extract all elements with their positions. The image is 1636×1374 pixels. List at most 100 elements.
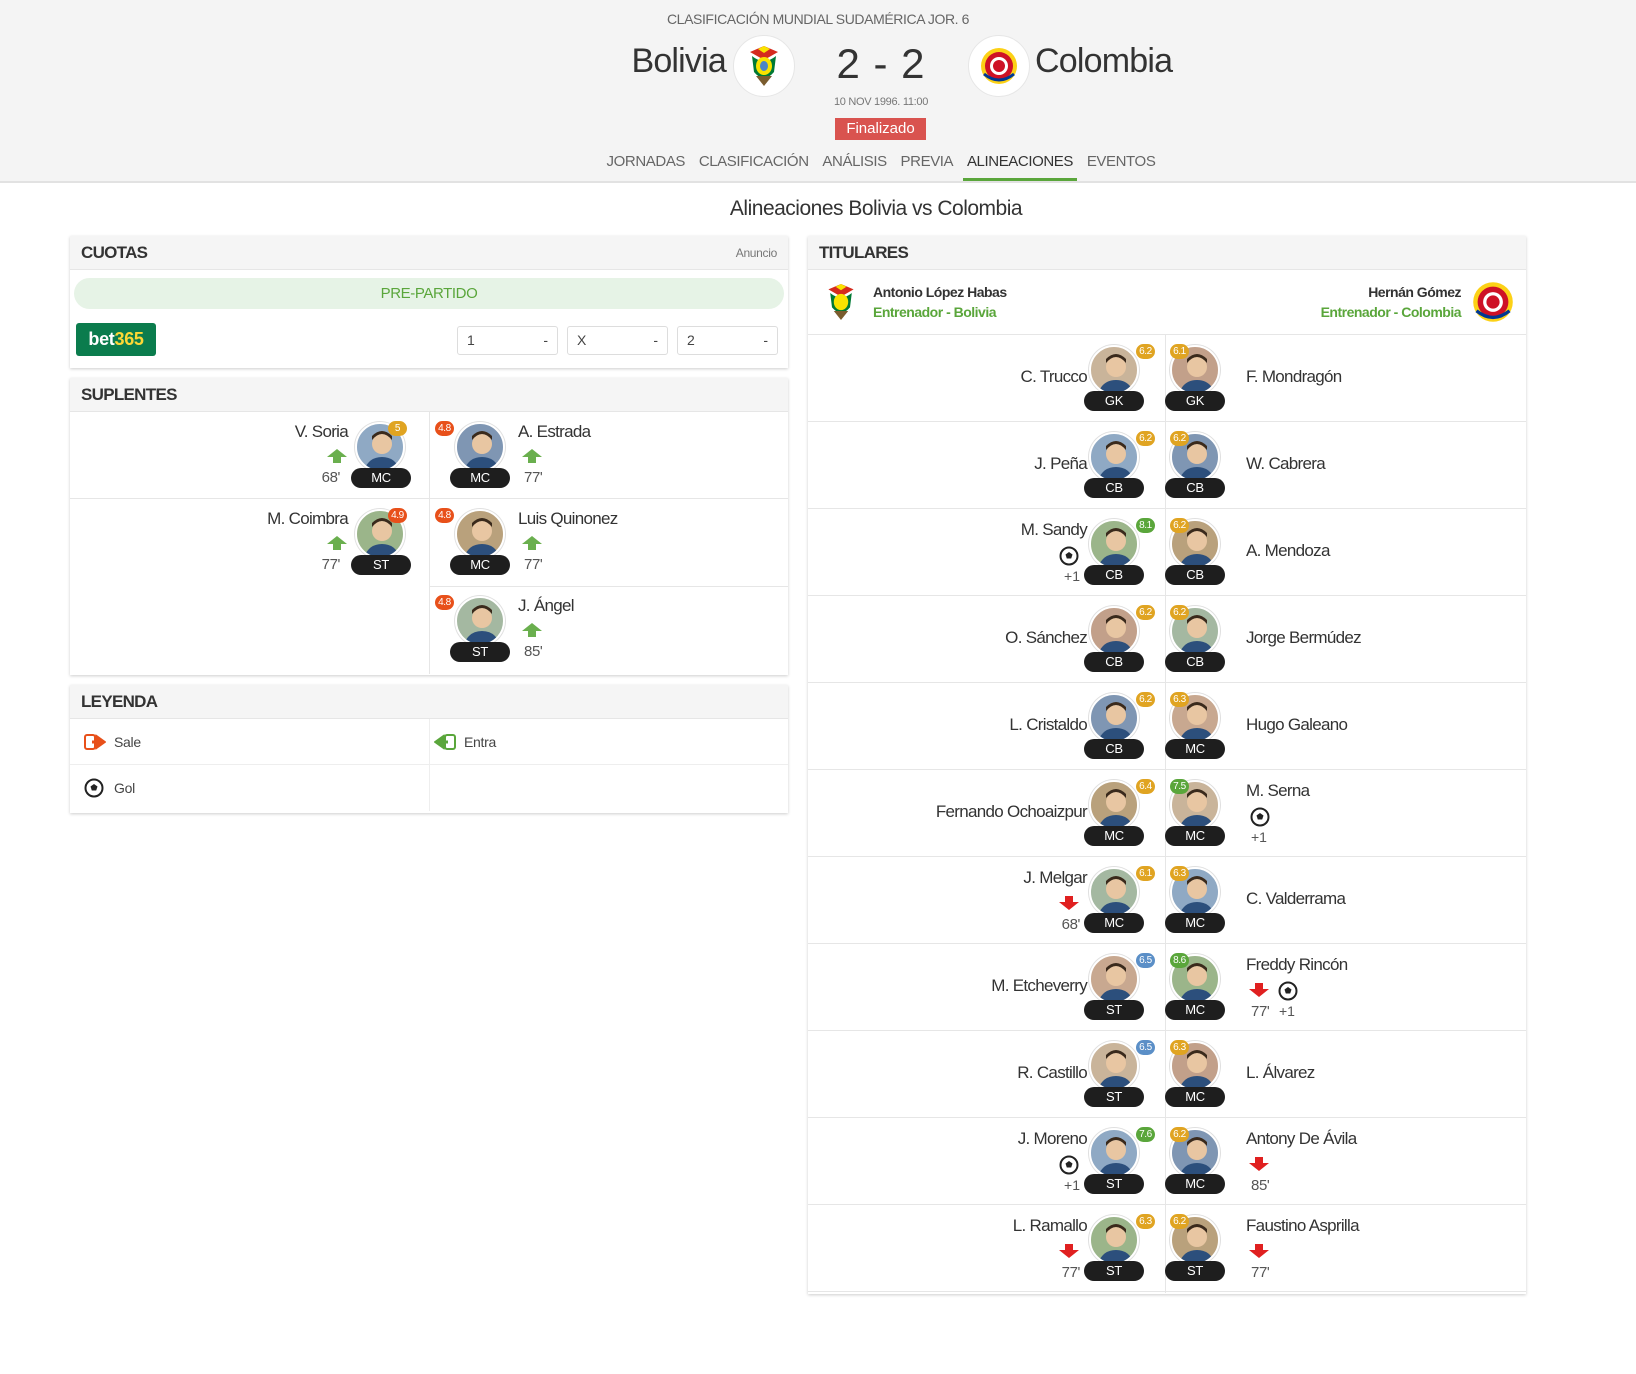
player-name[interactable]: A. Estrada (518, 422, 591, 442)
player-photo[interactable] (1089, 867, 1139, 917)
legend-goal: Gol (84, 765, 135, 811)
tab-analisis[interactable]: ANÁLISIS (818, 153, 890, 178)
tab-jornadas[interactable]: JORNADAS (603, 153, 689, 178)
position-badge: CB (1084, 739, 1144, 759)
sub-minute: 77' (1251, 1264, 1270, 1281)
player-name[interactable]: L. Cristaldo (1009, 715, 1087, 735)
rating-badge: 6.2 (1136, 344, 1155, 359)
sub-in-legend-icon (434, 734, 456, 750)
position-badge: MC (1084, 913, 1144, 933)
lineups-title: TITULARES (808, 236, 1526, 270)
player-name[interactable]: F. Mondragón (1246, 367, 1342, 387)
match-tabs: JORNADAS CLASIFICACIÓN ANÁLISIS PREVIA A… (0, 153, 1636, 181)
player-name[interactable]: M. Coimbra (267, 509, 349, 529)
player-photo[interactable] (1089, 780, 1139, 830)
player-photo[interactable] (1089, 954, 1139, 1004)
tab-clasificacion[interactable]: CLASIFICACIÓN (695, 153, 813, 178)
lineup-row: 6.3 ST L. Ramallo 77' 6.2 ST Faustino Asprilla… (808, 1205, 1526, 1292)
sub-minute: 68' (1061, 916, 1081, 933)
player-name[interactable]: R. Castillo (1017, 1063, 1087, 1083)
goal-count: +1 (1251, 829, 1267, 845)
away-team-name[interactable]: Colombia (1035, 42, 1173, 81)
tab-alineaciones[interactable]: ALINEACIONES (962, 153, 1078, 181)
player-name[interactable]: V. Soria (295, 422, 349, 442)
rating-badge: 6.2 (1170, 518, 1189, 533)
rating-badge: 6.2 (1170, 1127, 1189, 1142)
legend-out: Sale (84, 719, 141, 765)
substitutes-card: SUPLENTES V. Soria 68' 5 MC M. Coimbra 77' 4.9… (70, 378, 788, 675)
player-name[interactable]: L. Álvarez (1246, 1063, 1315, 1083)
lineup-row: 8.1 CB M. Sandy +1 6.2 CB A. Mendoza (808, 509, 1526, 596)
lineup-row: 6.2 CB O. Sánchez 6.2 CB Jorge Bermúdez (808, 596, 1526, 683)
rating-badge: 6.1 (1170, 344, 1189, 359)
rating-badge: 6.3 (1136, 1214, 1155, 1229)
away-coach-name[interactable]: Hernán Gómez (1368, 284, 1461, 300)
rating-badge: 7.6 (1136, 1127, 1155, 1142)
position-badge: CB (1084, 478, 1144, 498)
player-photo[interactable] (1089, 519, 1139, 569)
odd-draw-button[interactable]: X- (567, 326, 668, 355)
ball-legend-icon (84, 778, 104, 798)
match-header: CLASIFICACIÓN MUNDIAL SUDAMÉRICA JOR. 6 … (0, 0, 1636, 183)
player-photo[interactable] (1089, 1041, 1139, 1091)
sub-minute: 77' (1251, 1003, 1270, 1020)
player-name[interactable]: W. Cabrera (1246, 454, 1326, 474)
home-coach-name[interactable]: Antonio López Habas (873, 284, 1007, 300)
player-name[interactable]: Faustino Asprilla (1246, 1216, 1360, 1236)
player-name[interactable]: L. Ramallo (1013, 1216, 1088, 1236)
colombia-crest-icon[interactable] (968, 35, 1030, 97)
bet365-logo[interactable]: bet365 (76, 323, 156, 356)
player-photo[interactable] (455, 509, 505, 559)
rating-badge: 8.6 (1170, 953, 1189, 968)
player-name[interactable]: J. Melgar (1023, 868, 1087, 888)
player-name[interactable]: Jorge Bermúdez (1246, 628, 1362, 648)
player-name[interactable]: A. Mendoza (1246, 541, 1330, 561)
player-name[interactable]: M. Sandy (1021, 520, 1088, 540)
substitute-away: 4.8 MC A. Estrada 77' (429, 412, 788, 499)
lineup-row: 6.2 CB L. Cristaldo 6.3 MC Hugo Galeano (808, 683, 1526, 770)
player-photo[interactable] (1089, 1128, 1139, 1178)
odd-away-button[interactable]: 2- (677, 326, 778, 355)
player-name[interactable]: C. Valderrama (1246, 889, 1346, 909)
player-name[interactable]: Freddy Rincón (1246, 955, 1348, 975)
substitute-home: V. Soria 68' 5 MC (70, 412, 429, 499)
rating-badge: 4.8 (435, 508, 454, 523)
player-name[interactable]: J. Moreno (1018, 1129, 1088, 1149)
tab-previa[interactable]: PREVIA (897, 153, 958, 178)
lineup-row: 6.5 ST R. Castillo 6.3 MC L. Álvarez (808, 1031, 1526, 1118)
player-photo[interactable] (1089, 606, 1139, 656)
goal-ball-icon (1278, 981, 1298, 1001)
player-name[interactable]: J. Peña (1034, 454, 1087, 474)
odd-home-button[interactable]: 1- (457, 326, 558, 355)
player-photo[interactable] (1089, 1215, 1139, 1265)
player-name[interactable]: Luis Quinonez (518, 509, 618, 529)
sub-out-arrow-icon (1249, 1157, 1269, 1171)
sub-minute: 85' (524, 643, 543, 660)
legend-in: Entra (434, 719, 496, 765)
player-name[interactable]: J. Ángel (518, 596, 575, 616)
sub-minute: 77' (1061, 1264, 1081, 1281)
sub-minute: 68' (321, 469, 341, 486)
player-photo[interactable] (455, 596, 505, 646)
player-photo[interactable] (1089, 432, 1139, 482)
player-photo[interactable] (455, 422, 505, 472)
rating-badge: 4.8 (435, 595, 454, 610)
rating-badge: 6.2 (1136, 431, 1155, 446)
rating-badge: 8.1 (1136, 518, 1155, 533)
ad-label[interactable]: Anuncio (736, 236, 778, 270)
player-name[interactable]: C. Trucco (1021, 367, 1088, 387)
subs-title: SUPLENTES (70, 378, 788, 412)
player-photo[interactable] (1089, 693, 1139, 743)
player-name[interactable]: Hugo Galeano (1246, 715, 1348, 735)
player-name[interactable]: O. Sánchez (1005, 628, 1088, 648)
tab-eventos[interactable]: EVENTOS (1083, 153, 1160, 178)
player-name[interactable]: M. Serna (1246, 781, 1310, 801)
rating-badge: 6.2 (1136, 692, 1155, 707)
player-name[interactable]: Antony De Ávila (1246, 1129, 1357, 1149)
player-name[interactable]: Fernando Ochoaizpur (936, 802, 1088, 822)
player-name[interactable]: M. Etcheverry (991, 976, 1087, 996)
player-photo[interactable] (1089, 345, 1139, 395)
lineups-card: TITULARES Antonio López Habas Entrenador… (808, 236, 1526, 1294)
legend-card: LEYENDA Sale Entra Gol (70, 685, 788, 813)
sub-minute: 77' (321, 556, 341, 573)
